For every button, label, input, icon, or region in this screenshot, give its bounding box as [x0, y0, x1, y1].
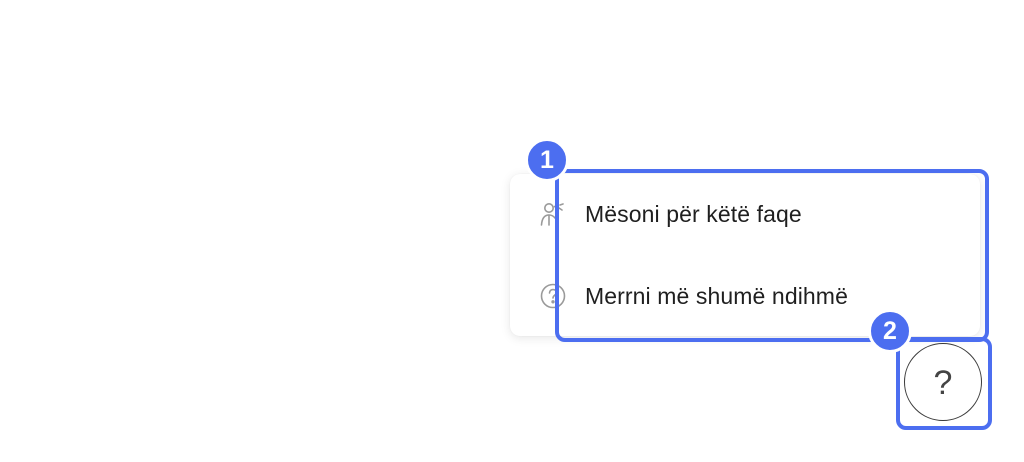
annotation-badge-1: 1 [525, 138, 569, 182]
menu-item-label: Merrni më shumë ndihmë [585, 282, 848, 309]
screen: Mësoni për këtë faqe Merrni më shumë ndi… [0, 0, 1024, 462]
help-question-icon: ? [933, 364, 953, 402]
help-button[interactable]: ? [904, 343, 982, 421]
menu-item-learn-about-page[interactable]: Mësoni për këtë faqe [510, 184, 980, 244]
help-menu: Mësoni për këtë faqe Merrni më shumë ndi… [510, 174, 980, 336]
help-circle-icon [538, 281, 568, 311]
annotation-badge-2: 2 [868, 309, 912, 353]
menu-item-get-more-help[interactable]: Merrni më shumë ndihmë [510, 266, 980, 326]
menu-item-label: Mësoni për këtë faqe [585, 200, 802, 227]
guided-tour-icon [538, 199, 568, 229]
